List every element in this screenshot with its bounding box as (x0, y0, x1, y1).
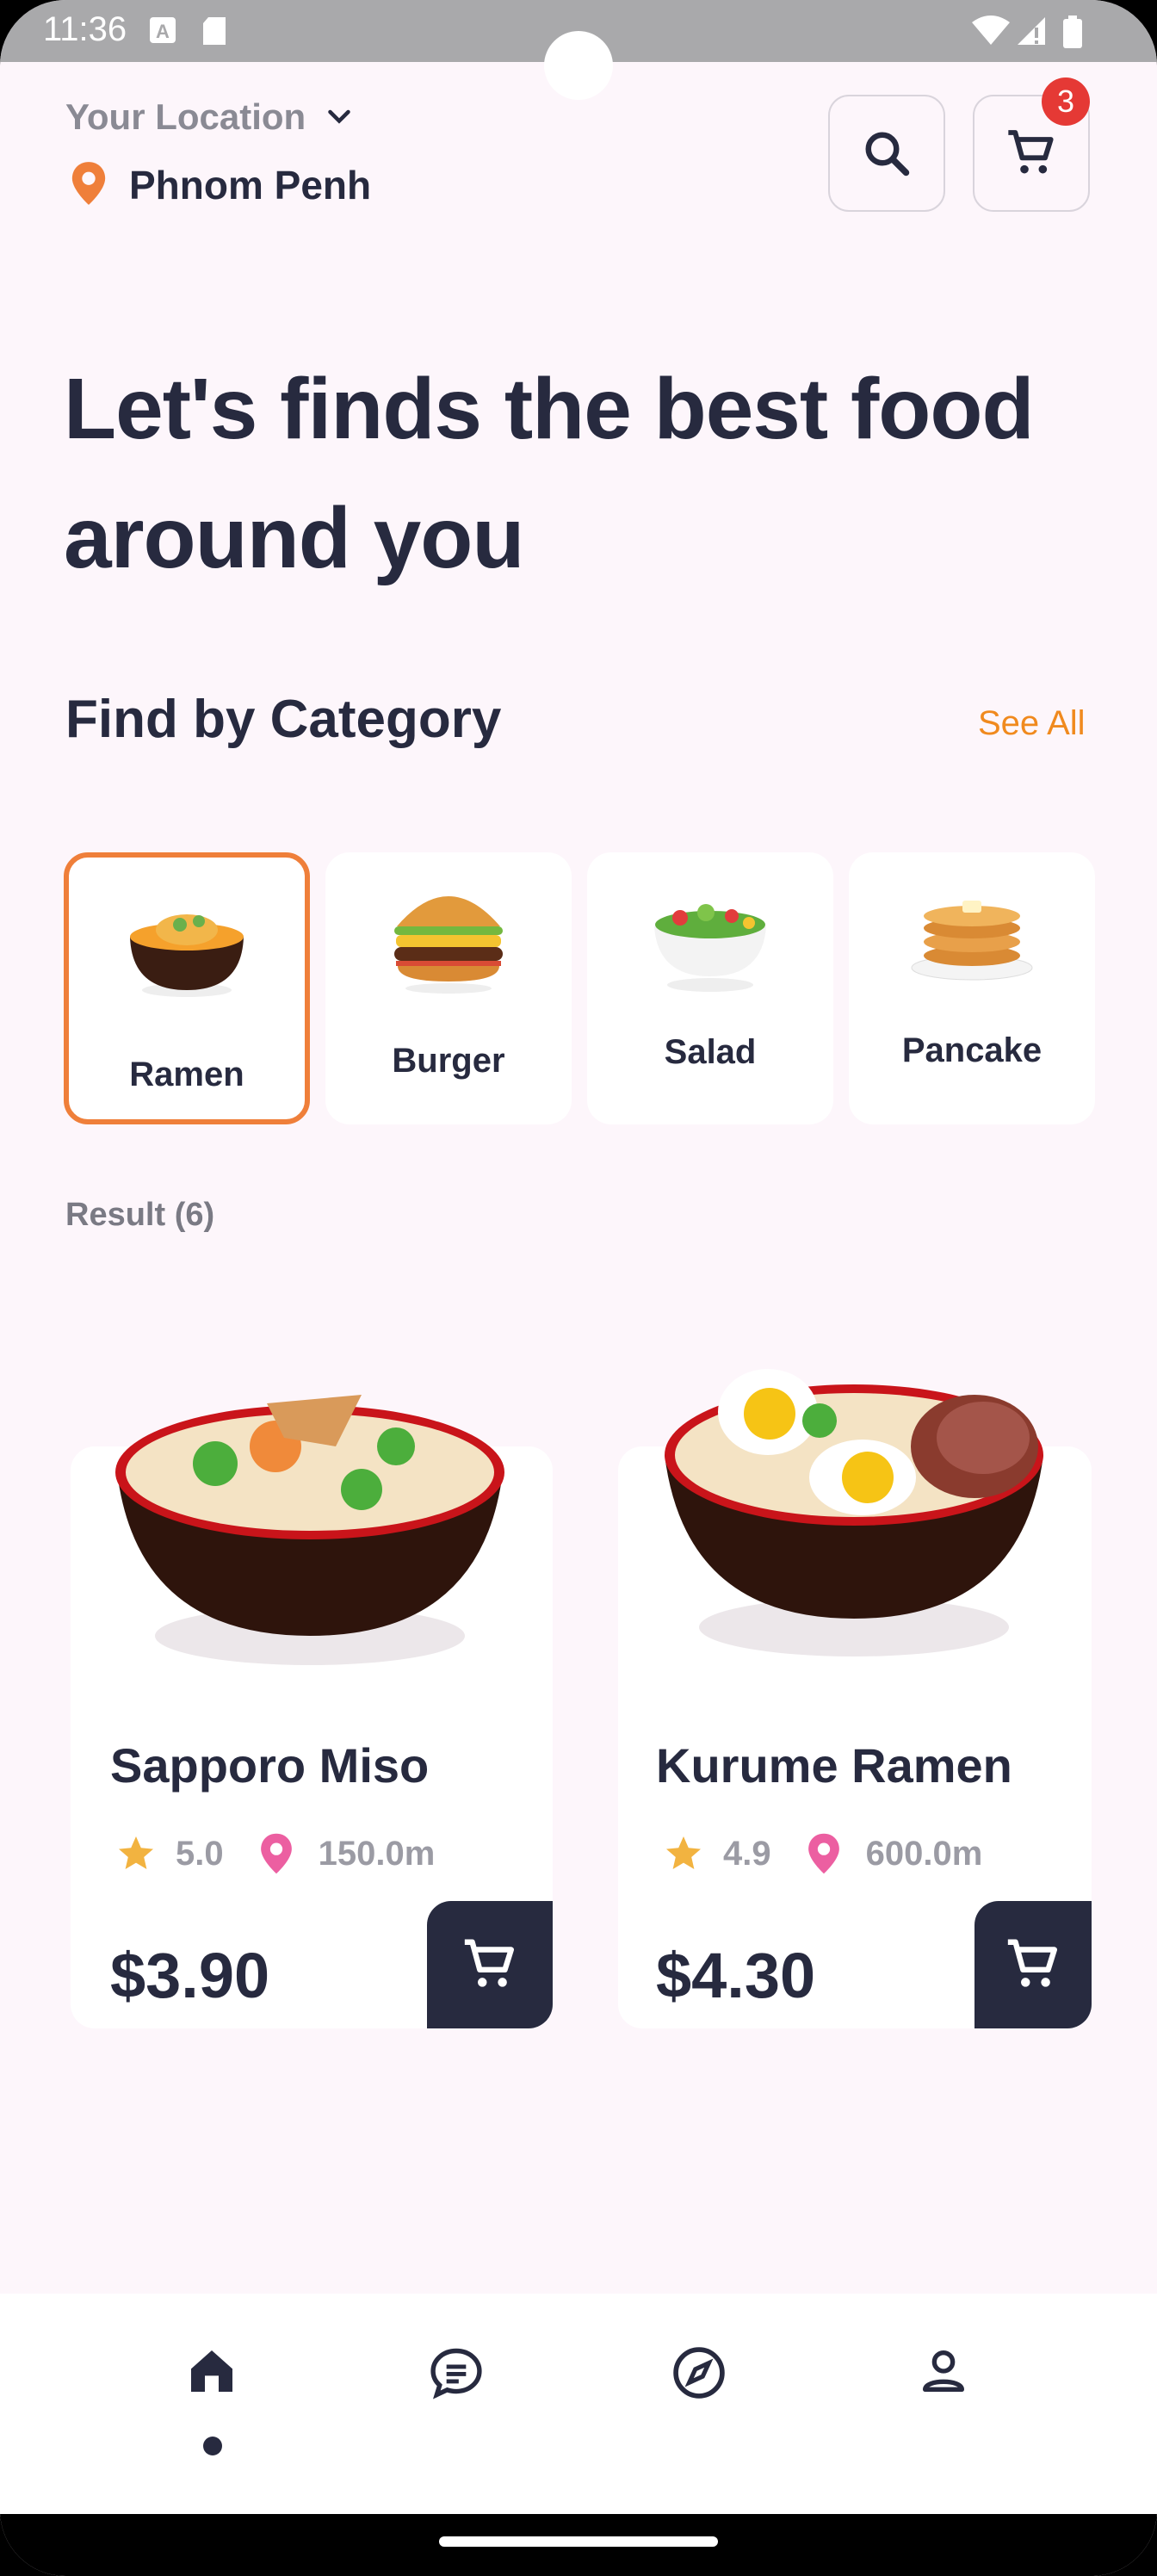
food-meta: 4.9 600.0m (663, 1832, 982, 1875)
burger-icon (394, 896, 503, 994)
home-gesture-handle[interactable] (439, 2536, 718, 2547)
cart-icon (1008, 130, 1054, 174)
nav-active-indicator (203, 2437, 222, 2455)
food-rating: 5.0 (176, 1834, 224, 1873)
food-name: Kurume Ramen (656, 1738, 1012, 1793)
camera-cutout (544, 31, 613, 100)
category-label: Ramen (129, 1056, 244, 1093)
category-label: Burger (392, 1042, 505, 1080)
food-distance: 150.0m (318, 1834, 436, 1873)
category-pancake[interactable]: Pancake (849, 852, 1095, 1124)
app-screen: 11:36 A Your Location Phnom Penh 3 Let's… (0, 0, 1157, 2576)
category-section-title: Find by Category (65, 690, 502, 749)
svg-text:A: A (156, 21, 170, 42)
pancake-icon (911, 901, 1033, 981)
food-price: $4.30 (656, 1940, 816, 2011)
location-city[interactable]: Phnom Penh (129, 162, 371, 208)
cart-icon (464, 1939, 514, 1987)
location-pin-icon (807, 1833, 839, 1874)
search-button[interactable] (828, 95, 945, 212)
home-icon (191, 2350, 232, 2392)
chat-icon (430, 2348, 482, 2400)
wifi-icon (972, 15, 1010, 45)
compass-icon (673, 2347, 725, 2399)
status-time: 11:36 (43, 10, 127, 48)
food-rating: 4.9 (723, 1834, 771, 1873)
result-count: Result (6) (65, 1197, 215, 1233)
profile-icon (923, 2350, 964, 2392)
star-icon (666, 1836, 701, 1869)
nav-chat[interactable] (413, 2344, 499, 2447)
sd-card-icon (203, 17, 226, 45)
category-burger[interactable]: Burger (325, 852, 572, 1124)
salad-bowl-icon (654, 904, 766, 992)
food-distance: 600.0m (865, 1834, 983, 1873)
ramen-bowl-icon (130, 914, 244, 997)
food-meta: 5.0 150.0m (115, 1832, 435, 1875)
notification-a-icon: A (150, 17, 176, 43)
nav-profile[interactable] (900, 2344, 987, 2447)
food-price: $3.90 (110, 1940, 270, 2011)
category-label: Salad (664, 1033, 757, 1071)
bottom-nav (0, 2294, 1157, 2514)
nav-explore[interactable] (656, 2344, 742, 2447)
kurume-ramen-image (665, 1369, 1043, 1656)
miso-ramen-image (115, 1395, 504, 1665)
location-pin-icon (71, 162, 106, 205)
location-pin-icon (260, 1833, 292, 1874)
chevron-down-icon[interactable] (324, 102, 355, 133)
food-name: Sapporo Miso (110, 1738, 430, 1793)
see-all-link[interactable]: See All (978, 704, 1086, 743)
star-icon (119, 1836, 153, 1869)
cart-count-badge: 3 (1042, 77, 1090, 126)
signal-icon (1018, 17, 1045, 45)
add-to-cart-button[interactable] (427, 1901, 553, 2028)
category-label: Pancake (901, 1031, 1043, 1069)
location-label: Your Location (65, 96, 306, 137)
nav-home[interactable] (169, 2344, 255, 2447)
add-to-cart-button[interactable] (974, 1901, 1092, 2028)
page-headline: Let's finds the best food around you (64, 361, 1035, 586)
category-ramen[interactable]: Ramen (64, 852, 310, 1124)
cart-icon (1007, 1939, 1057, 1987)
battery-icon (1063, 15, 1082, 48)
search-icon (865, 132, 910, 176)
category-salad[interactable]: Salad (587, 852, 833, 1124)
